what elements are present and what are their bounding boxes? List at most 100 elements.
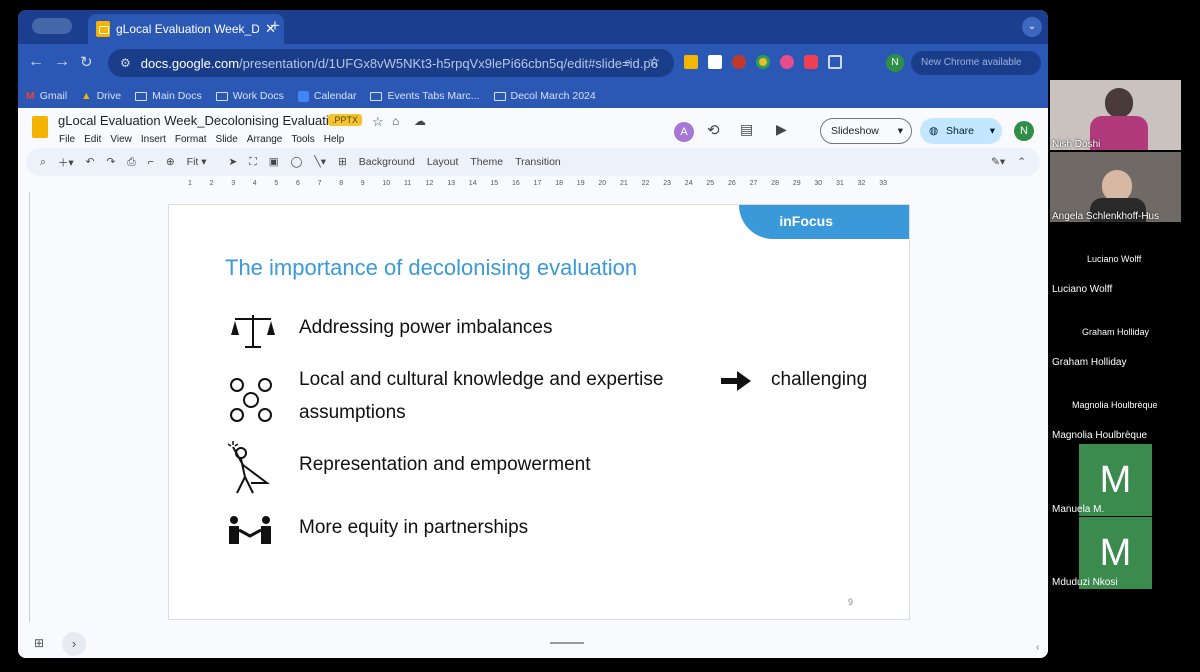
chevron-down-icon[interactable]: ▾ (898, 119, 903, 143)
background-button[interactable]: Background (359, 156, 415, 168)
pocket-icon[interactable] (804, 55, 818, 69)
extensions-row (684, 55, 842, 69)
zoom-select[interactable]: Fit ▾ (187, 156, 207, 168)
history-icon[interactable]: ⟲ (707, 121, 720, 139)
image-icon[interactable]: ▣ (269, 156, 279, 168)
new-chrome-button[interactable]: New Chrome available (911, 51, 1041, 75)
undo-icon[interactable]: ↶ (86, 156, 95, 168)
theme-button[interactable]: Theme (470, 156, 503, 168)
ruler-tick-label: 29 (792, 180, 801, 187)
comment-icon[interactable]: ▤ (740, 121, 753, 138)
redo-icon[interactable]: ↷ (106, 156, 115, 168)
bookmark-main-docs[interactable]: Main Docs (135, 90, 202, 102)
tab-overview-button[interactable] (32, 18, 72, 34)
menu-tools[interactable]: Tools (291, 134, 314, 145)
ruler-tick-label: 12 (425, 180, 434, 187)
menu-insert[interactable]: Insert (141, 134, 166, 145)
menu-file[interactable]: File (59, 134, 75, 145)
puzzle-icon[interactable] (828, 55, 842, 69)
tab-active[interactable]: gLocal Evaluation Week_Decolonising Eval… (88, 14, 284, 44)
search-icon[interactable]: ⌕ (40, 156, 46, 169)
extension-icon[interactable] (732, 55, 746, 69)
pen-icon[interactable]: ✎▾ (991, 156, 1005, 168)
empowered-person-icon (227, 441, 270, 494)
participant-figure (1105, 88, 1133, 118)
new-tab-button[interactable]: + (270, 16, 280, 36)
tab-title: gLocal Evaluation Week_Decolonising Eval… (116, 22, 260, 36)
menu-edit[interactable]: Edit (84, 134, 101, 145)
zoom-icon[interactable]: ⊕ (166, 156, 175, 168)
omnibox[interactable]: ⚙ docs.google.com/presentation/d/1UFGx8v… (108, 49, 674, 77)
shape-icon[interactable]: ◯ (291, 156, 303, 168)
slides-logo-icon[interactable] (32, 116, 48, 138)
profile-avatar[interactable]: N (886, 54, 904, 72)
bookmark-events-tabs[interactable]: Events Tabs Marc... (370, 90, 480, 102)
new-slide-icon[interactable]: ＋▾ (58, 155, 74, 170)
transition-button[interactable]: Transition (515, 156, 561, 168)
extension-icon[interactable] (780, 55, 794, 69)
ruler-tick-label: 2 (209, 180, 214, 187)
print-icon[interactable]: ⎙ (127, 156, 135, 169)
menu-help[interactable]: Help (324, 134, 345, 145)
scroll-arrow-icon[interactable]: ‹ (1036, 642, 1039, 653)
forward-icon[interactable]: → (54, 53, 70, 71)
menu-slide[interactable]: Slide (216, 134, 238, 145)
url: docs.google.com/presentation/d/1UFGx8vW5… (140, 55, 658, 71)
search-icon[interactable]: ⌕ (624, 54, 631, 70)
tab-search-button[interactable]: ⌄ (1022, 17, 1042, 37)
people-network-icon (230, 378, 272, 422)
bullet-equity: More equity in partnerships (299, 517, 529, 538)
star-icon[interactable]: ☆ (648, 53, 661, 70)
menu-arrange[interactable]: Arrange (247, 134, 283, 145)
share-button[interactable]: ◍ Share ▾ (920, 118, 1002, 144)
ruler-tick-label: 10 (382, 180, 391, 187)
browser-window: gLocal Evaluation Week_Decolonising Eval… (18, 10, 1048, 658)
speaker-notes-handle[interactable] (550, 642, 584, 644)
move-icon[interactable]: ⌂ (392, 114, 399, 128)
expand-panel-button[interactable]: › (62, 632, 86, 656)
notion-icon[interactable] (708, 55, 722, 69)
chrome-icon[interactable] (756, 55, 770, 69)
comment-add-icon[interactable]: ⊞ (338, 156, 347, 168)
slide[interactable]: inFocus The importance of decolonising e… (168, 204, 910, 620)
ruler-tick-label: 5 (274, 180, 279, 187)
frame-icon[interactable]: ⛶ (249, 156, 256, 169)
site-info-icon[interactable]: ⚙ (120, 56, 131, 70)
ruler-tick-label: 33 (879, 180, 887, 187)
tab-strip: gLocal Evaluation Week_Decolonising Eval… (18, 10, 1048, 44)
gmail-icon: M (26, 90, 35, 102)
ruler-tick-label: 22 (641, 180, 650, 187)
extension-icon[interactable] (684, 55, 698, 69)
select-icon[interactable]: ➤ (229, 156, 238, 168)
menu-view[interactable]: View (110, 134, 132, 145)
layout-button[interactable]: Layout (427, 156, 459, 168)
reload-icon[interactable]: ↻ (80, 53, 93, 71)
bookmark-decol[interactable]: Decol March 2024 (493, 90, 596, 102)
menu-format[interactable]: Format (175, 134, 207, 145)
ruler-tick-label: 32 (857, 180, 866, 187)
paint-format-icon[interactable]: ⌐ (148, 156, 154, 168)
document-title[interactable]: gLocal Evaluation Week_Decolonising Eval… (58, 113, 343, 128)
line-icon[interactable]: ╲▾ (314, 156, 326, 168)
ruler-tick-label: 11 (404, 180, 412, 187)
bookmark-work-docs[interactable]: Work Docs (215, 90, 284, 102)
meet-icon[interactable]: ▶ (776, 121, 787, 138)
star-icon[interactable]: ☆ (372, 114, 384, 130)
ruler-tick-label: 13 (447, 180, 455, 187)
chevron-down-icon[interactable]: ▾ (990, 118, 995, 144)
account-avatar[interactable]: N (1014, 121, 1034, 141)
address-bar-row: ← → ↻ ⚙ docs.google.com/presentation/d/1… (18, 44, 1048, 84)
collaborator-avatar[interactable]: A (674, 122, 694, 142)
arrow-right-icon (721, 371, 751, 391)
bookmark-drive[interactable]: ▲ Drive (81, 90, 121, 102)
chevron-up-icon[interactable]: ⌃ (1017, 156, 1026, 168)
folder-icon (135, 91, 148, 101)
bookmark-gmail[interactable]: M Gmail (26, 90, 67, 102)
bookmark-calendar[interactable]: Calendar (297, 90, 356, 102)
menu-bar: File Edit View Insert Format Slide Arran… (59, 134, 344, 145)
grid-view-icon[interactable]: ⊞ (34, 636, 44, 650)
pptx-badge: .PPTX (328, 114, 363, 126)
slideshow-button[interactable]: Slideshow ▾ (820, 118, 912, 144)
back-icon[interactable]: ← (28, 53, 44, 71)
bookmarks-bar: M Gmail ▲ Drive Main Docs Work Docs Calend… (18, 84, 1048, 108)
